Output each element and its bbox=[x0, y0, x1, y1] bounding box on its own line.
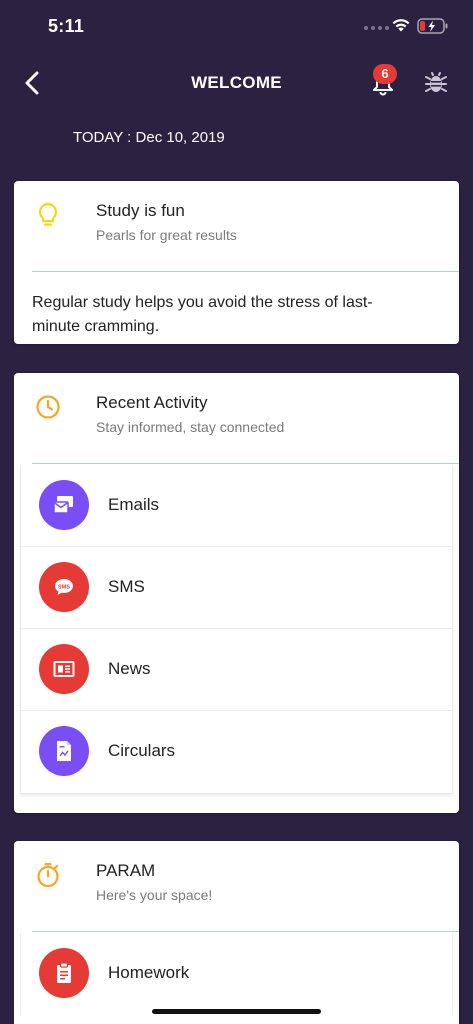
clock-icon bbox=[36, 395, 60, 419]
card-title: PARAM bbox=[96, 861, 156, 880]
clipboard-icon bbox=[39, 948, 89, 998]
study-tip-card: Study is fun Pearls for great results Re… bbox=[14, 181, 459, 344]
today-date: TODAY : Dec 10, 2019 bbox=[73, 129, 225, 146]
wifi-icon bbox=[392, 19, 410, 32]
email-icon bbox=[39, 480, 89, 530]
status-time: 5:11 bbox=[48, 16, 85, 36]
activity-list: Emails SMS SMS News Circulars bbox=[20, 465, 453, 794]
battery-icon bbox=[417, 18, 448, 34]
list-item-homework[interactable]: Homework bbox=[21, 933, 452, 1015]
list-item-label: SMS bbox=[108, 577, 145, 596]
card-title: Study is fun bbox=[96, 201, 185, 220]
tip-text: Regular study helps you avoid the stress… bbox=[32, 294, 373, 335]
recent-activity-card: Recent Activity Stay informed, stay conn… bbox=[14, 373, 459, 813]
list-item-label: News bbox=[108, 659, 151, 678]
page-title: WELCOME bbox=[191, 73, 282, 92]
card-title: Recent Activity bbox=[96, 393, 208, 412]
status-bar: 5:11 bbox=[0, 0, 473, 52]
list-item-circulars[interactable]: Circulars bbox=[21, 711, 452, 793]
param-card: PARAM Here's your space! Homework bbox=[14, 841, 459, 1024]
list-item-news[interactable]: News bbox=[21, 629, 452, 711]
param-list: Homework bbox=[20, 933, 453, 1015]
newspaper-icon bbox=[39, 644, 89, 694]
card-subtitle: Stay informed, stay connected bbox=[96, 419, 285, 435]
stopwatch-icon bbox=[37, 863, 59, 888]
divider bbox=[32, 931, 459, 932]
list-item-label: Emails bbox=[108, 495, 160, 514]
divider bbox=[32, 463, 459, 464]
list-item-label: Circulars bbox=[108, 741, 176, 760]
home-indicator[interactable] bbox=[152, 1009, 321, 1014]
list-item-sms[interactable]: SMS SMS bbox=[21, 547, 452, 629]
document-icon bbox=[39, 726, 89, 776]
bug-report-icon[interactable] bbox=[424, 71, 448, 95]
card-subtitle: Here's your space! bbox=[96, 887, 213, 903]
list-item-label: Homework bbox=[108, 963, 190, 982]
sms-icon: SMS bbox=[39, 562, 89, 612]
card-subtitle: Pearls for great results bbox=[96, 227, 237, 243]
lightbulb-icon bbox=[38, 202, 58, 226]
cellular-signal-icon bbox=[364, 26, 389, 30]
nav-bar: WELCOME bbox=[0, 60, 473, 106]
divider bbox=[32, 271, 459, 272]
notification-badge: 6 bbox=[373, 64, 397, 84]
list-item-emails[interactable]: Emails bbox=[21, 465, 452, 547]
svg-text:SMS: SMS bbox=[58, 585, 70, 591]
